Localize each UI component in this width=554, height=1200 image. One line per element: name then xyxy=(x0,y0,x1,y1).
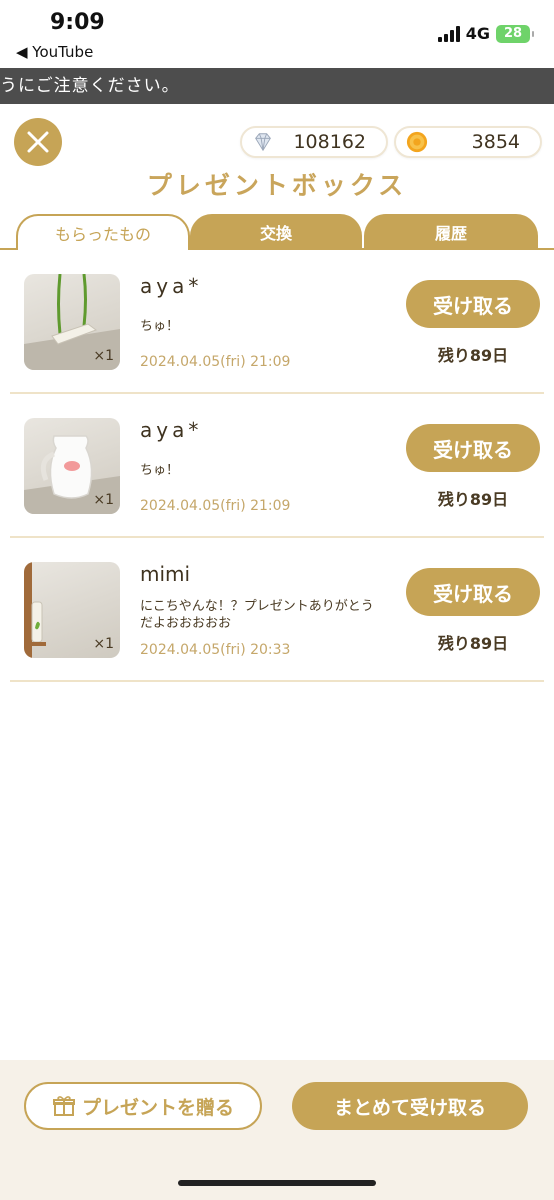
status-time: 9:09 xyxy=(50,10,105,35)
close-icon xyxy=(27,131,49,153)
receive-button[interactable]: 受け取る xyxy=(406,424,540,472)
sender-name: aya* xyxy=(140,274,203,298)
days-remaining: 残り89日 xyxy=(437,346,509,365)
back-to-app-link[interactable]: ◀ YouTube xyxy=(16,43,93,61)
sender-name: aya* xyxy=(140,418,203,442)
home-indicator[interactable] xyxy=(178,1180,376,1186)
coin-icon xyxy=(406,131,428,153)
sender-name: mimi xyxy=(140,562,191,586)
coin-balance[interactable]: 3854 xyxy=(394,126,542,158)
list-item: ×1 mimi にこちやんな！？プレゼントありがとうだよおおおおお 2024.0… xyxy=(10,538,544,682)
item-quantity: ×1 xyxy=(93,348,114,364)
item-thumbnail: ×1 xyxy=(24,562,120,658)
item-quantity: ×1 xyxy=(93,492,114,508)
send-present-label: プレゼントを贈る xyxy=(81,1096,234,1119)
item-quantity: ×1 xyxy=(93,636,114,652)
status-indicators: 4G 28 xyxy=(437,24,534,43)
item-thumbnail: ×1 xyxy=(24,274,120,370)
present-list: ×1 aya* ちゅ！ 2024.04.05(fri) 21:09 受け取る 残… xyxy=(10,250,544,682)
diamond-balance[interactable]: 108162 xyxy=(240,126,388,158)
tab-exchange[interactable]: 交換 xyxy=(190,214,362,250)
gift-date: 2024.04.05(fri) 21:09 xyxy=(140,354,291,370)
gift-date: 2024.04.05(fri) 20:33 xyxy=(140,642,291,658)
status-bar: 9:09 ◀ YouTube 4G 28 xyxy=(0,0,554,68)
network-type: 4G xyxy=(465,24,490,43)
bulk-receive-button[interactable]: まとめて受け取る xyxy=(292,1082,528,1130)
diamond-count: 108162 xyxy=(293,131,366,153)
signal-icon xyxy=(437,25,460,42)
battery-level: 28 xyxy=(503,26,523,41)
battery-icon: 28 xyxy=(496,24,534,43)
list-item: ×1 aya* ちゅ！ 2024.04.05(fri) 21:09 受け取る 残… xyxy=(10,394,544,538)
item-thumbnail: ×1 xyxy=(24,418,120,514)
page-title: プレゼントボックス xyxy=(146,171,408,200)
coin-count: 3854 xyxy=(471,131,520,153)
list-item: ×1 aya* ちゅ！ 2024.04.05(fri) 21:09 受け取る 残… xyxy=(10,250,544,394)
gift-message: ちゅ！ xyxy=(140,463,180,478)
tab-bar: もらったもの 交換 履歴 xyxy=(14,214,540,250)
gift-date: 2024.04.05(fri) 21:09 xyxy=(140,498,291,514)
tab-received[interactable]: もらったもの xyxy=(16,214,190,250)
diamond-icon xyxy=(255,133,271,152)
gift-message: ちゅ！ xyxy=(140,319,180,334)
gift-icon xyxy=(52,1096,75,1116)
gift-message: にこちやんな！？プレゼントありがとうだよおおおおお xyxy=(140,599,374,631)
close-button[interactable] xyxy=(14,118,62,166)
send-present-button[interactable]: プレゼントを贈る xyxy=(24,1082,262,1130)
notice-banner: うにご注意ください。 xyxy=(0,68,554,104)
days-remaining: 残り89日 xyxy=(437,490,509,509)
footer-bar: プレゼントを贈る まとめて受け取る xyxy=(0,1060,554,1200)
days-remaining: 残り89日 xyxy=(437,634,509,653)
receive-button[interactable]: 受け取る xyxy=(406,568,540,616)
tab-history[interactable]: 履歴 xyxy=(364,214,538,250)
receive-button[interactable]: 受け取る xyxy=(406,280,540,328)
